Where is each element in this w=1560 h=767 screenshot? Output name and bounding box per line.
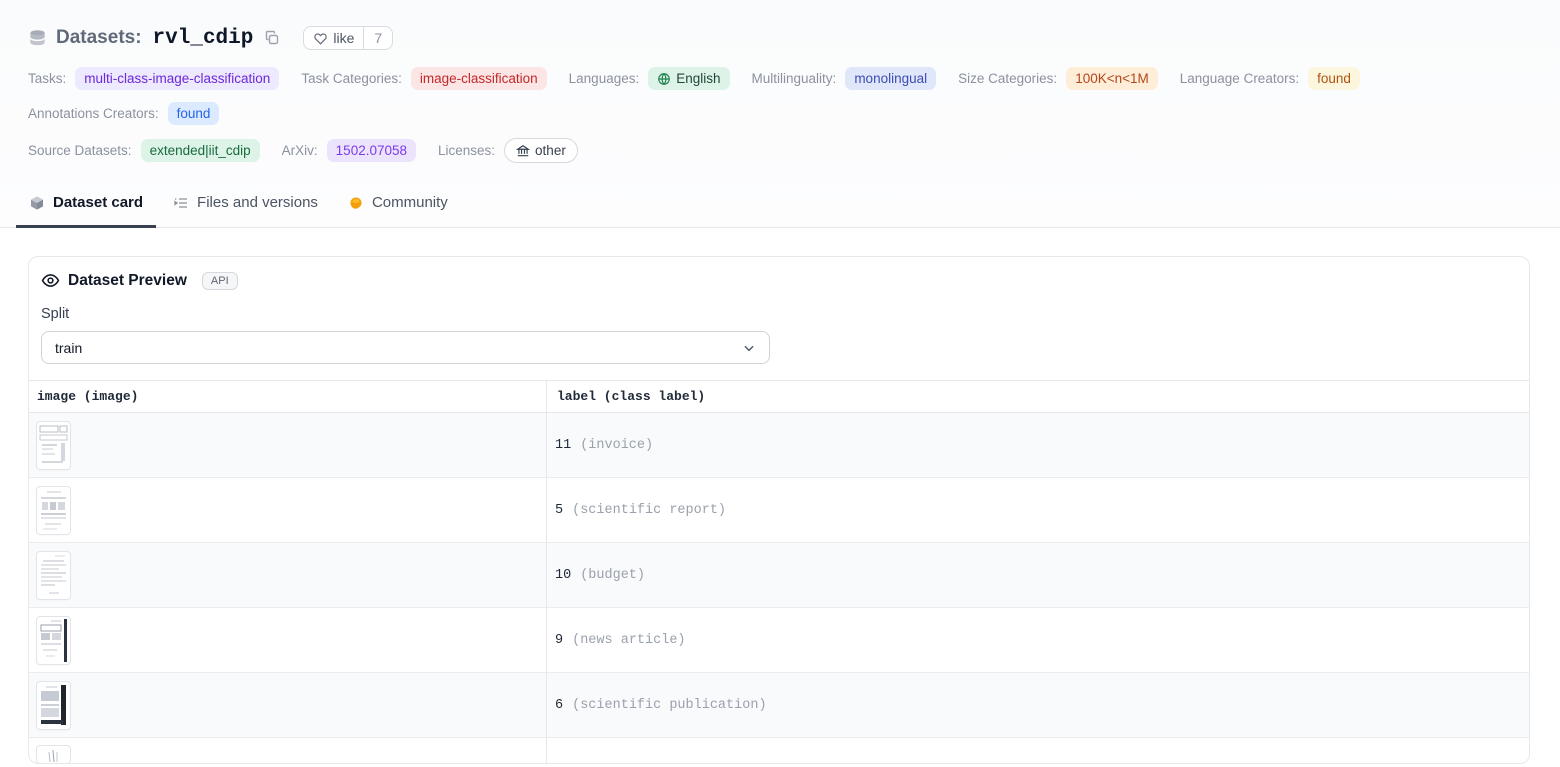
row-label-number: 9	[555, 633, 563, 648]
document-thumbnail	[37, 682, 70, 729]
tag-label: Multilinguality:	[752, 71, 837, 86]
chevron-down-icon	[742, 341, 756, 355]
dataset-name: rvl_cdip	[153, 27, 254, 50]
tag-pill-arxiv[interactable]: 1502.07058	[327, 139, 416, 162]
tag-label: Language Creators:	[1180, 71, 1299, 86]
tab-dataset-card[interactable]: Dataset card	[16, 193, 156, 227]
column-header-label: label (class label)	[547, 381, 1529, 412]
tab-bar: Dataset card Files and versions Communit…	[0, 193, 1560, 227]
row-label-name: (budget)	[580, 568, 645, 583]
preview-title: Dataset Preview	[68, 272, 187, 290]
row-label-number: 11	[555, 438, 571, 453]
tag-label: Tasks:	[28, 71, 66, 86]
tag-label: ArXiv:	[282, 143, 318, 158]
row-label-name: (scientific report)	[572, 503, 726, 518]
tag-group-task-categories: Task Categories: image-classification	[301, 67, 546, 90]
row-label-number: 6	[555, 698, 563, 713]
tag-label: Licenses:	[438, 143, 495, 158]
tab-community[interactable]: Community	[335, 193, 461, 227]
copy-icon[interactable]	[264, 30, 280, 46]
table-header-row: image (image) label (class label)	[29, 381, 1529, 413]
split-label: Split	[41, 305, 1517, 323]
tab-label: Files and versions	[197, 193, 318, 212]
table-row: 9 (news article)	[29, 608, 1529, 673]
cube-icon	[29, 195, 45, 211]
tag-group-multilinguality: Multilinguality: monolingual	[752, 67, 937, 90]
row-label-name: (invoice)	[580, 438, 653, 453]
like-label: like	[333, 30, 354, 46]
table-row: 11 (invoice)	[29, 413, 1529, 478]
bank-icon	[516, 144, 530, 158]
tag-pill-licenses[interactable]: other	[504, 138, 578, 163]
table-row: 5 (scientific report)	[29, 478, 1529, 543]
table-row: 10 (budget)	[29, 543, 1529, 608]
community-icon	[348, 195, 364, 211]
breadcrumb[interactable]: Datasets:	[56, 27, 142, 49]
tag-pill-tasks[interactable]: multi-class-image-classification	[75, 67, 279, 90]
tag-label: Languages:	[569, 71, 640, 86]
tag-pill-source-datasets[interactable]: extended|iit_cdip	[141, 139, 260, 162]
tag-pill-languages[interactable]: English	[648, 67, 729, 90]
row-label-name: (scientific publication)	[572, 698, 766, 713]
tag-group-language-creators: Language Creators: found	[1180, 67, 1360, 90]
database-icon	[28, 29, 47, 48]
like-count[interactable]: 7	[363, 27, 392, 49]
tag-pill-licenses-text: other	[535, 142, 566, 159]
tag-group-annotations-creators: Annotations Creators: found	[28, 102, 219, 125]
document-thumbnail	[37, 422, 70, 469]
tag-pill-multilinguality[interactable]: monolingual	[845, 67, 936, 90]
tag-label: Source Datasets:	[28, 143, 132, 158]
tag-label: Task Categories:	[301, 71, 402, 86]
tag-group-size-categories: Size Categories: 100K<n<1M	[958, 67, 1158, 90]
tag-group-source-datasets: Source Datasets: extended|iit_cdip	[28, 139, 260, 162]
tag-label: Size Categories:	[958, 71, 1057, 86]
preview-table: image (image) label (class label) 11 (in…	[29, 380, 1529, 763]
tag-pill-annotations-creators[interactable]: found	[168, 102, 220, 125]
versions-icon	[173, 195, 189, 211]
main-content: Dataset Preview API Split train image (i…	[0, 228, 1560, 767]
api-badge[interactable]: API	[202, 272, 238, 290]
tab-label: Community	[372, 193, 448, 212]
tag-label: Annotations Creators:	[28, 106, 159, 121]
globe-icon	[657, 72, 671, 86]
tag-pill-task-categories[interactable]: image-classification	[411, 67, 547, 90]
dataset-preview-card: Dataset Preview API Split train image (i…	[28, 256, 1530, 764]
tag-pill-languages-text: English	[676, 70, 720, 87]
tab-files-and-versions[interactable]: Files and versions	[160, 193, 331, 227]
tag-group-languages: Languages: English	[569, 67, 730, 90]
tag-group-licenses: Licenses: other	[438, 138, 578, 163]
tag-pill-size-categories[interactable]: 100K<n<1M	[1066, 67, 1158, 90]
tag-group-arxiv: ArXiv: 1502.07058	[282, 139, 416, 162]
table-row: 6 (scientific publication)	[29, 673, 1529, 738]
tag-pill-language-creators[interactable]: found	[1308, 67, 1360, 90]
split-selected-value: train	[55, 340, 82, 356]
eye-icon	[41, 271, 60, 290]
like-button[interactable]: like 7	[303, 26, 393, 50]
table-row-partial	[29, 738, 1529, 763]
document-thumbnail	[37, 487, 70, 534]
row-label-number: 5	[555, 503, 563, 518]
title-row: Datasets: rvl_cdip like 7	[28, 26, 1532, 50]
document-thumbnail	[37, 552, 70, 599]
heart-icon	[313, 31, 328, 46]
split-select[interactable]: train	[41, 331, 770, 364]
document-thumbnail	[37, 746, 70, 763]
column-header-image: image (image)	[29, 381, 547, 412]
page-header-area: Datasets: rvl_cdip like 7 Tasks: multi-c…	[0, 0, 1560, 228]
document-thumbnail	[37, 617, 70, 664]
preview-title-row: Dataset Preview API	[41, 271, 1517, 290]
row-label-name: (news article)	[572, 633, 685, 648]
tag-group-tasks: Tasks: multi-class-image-classification	[28, 67, 279, 90]
tags-row-2: Source Datasets: extended|iit_cdip ArXiv…	[28, 138, 1532, 163]
row-label-number: 10	[555, 568, 571, 583]
tags-row-1: Tasks: multi-class-image-classification …	[28, 67, 1532, 125]
tab-label: Dataset card	[53, 193, 143, 212]
